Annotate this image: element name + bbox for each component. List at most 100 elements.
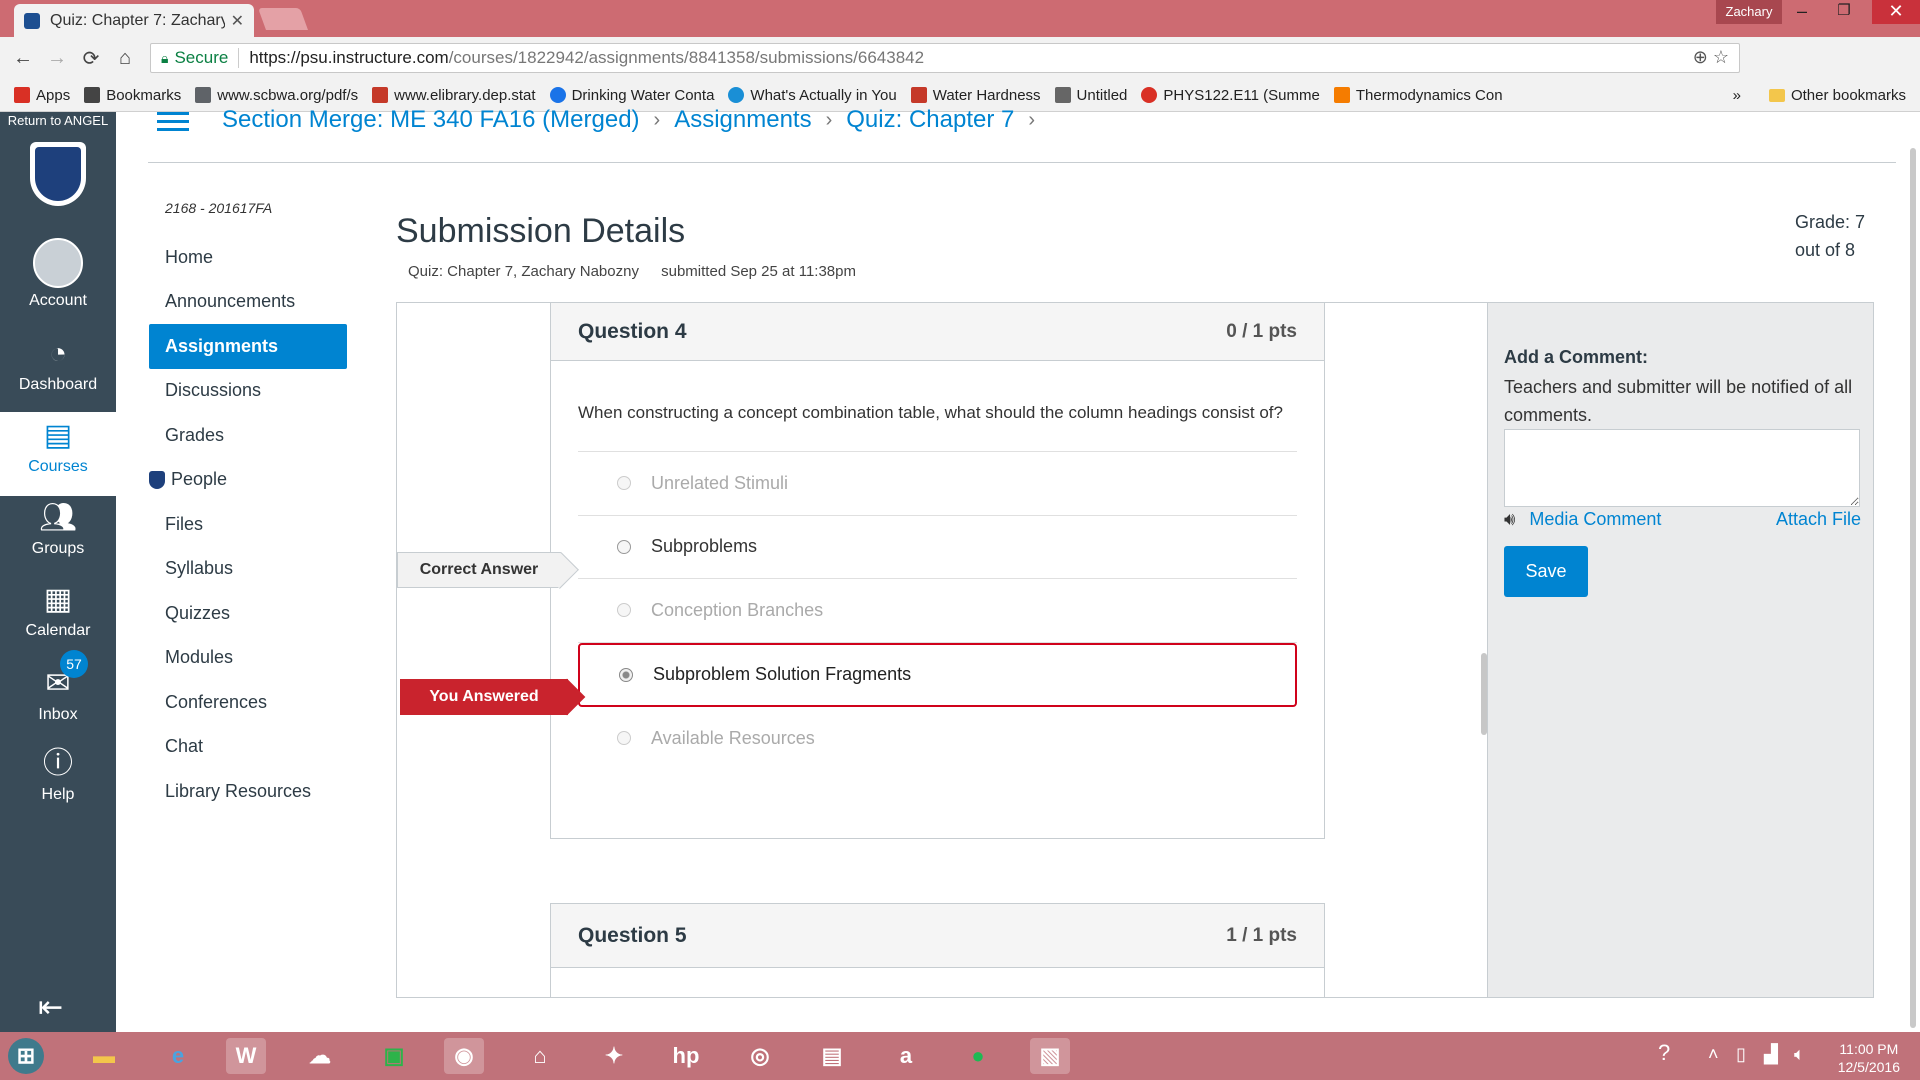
collapse-nav-icon[interactable]: ⇤ [38,990,63,1025]
word-icon[interactable]: W [226,1038,266,1074]
inbox-icon: ✉ [45,667,71,700]
back-arrow-icon[interactable]: ← [6,47,40,70]
bookmark-item[interactable]: Drinking Water Conta [549,87,714,104]
course-nav-home[interactable]: Home [149,235,347,280]
nav-dashboard[interactable]: ◔ Dashboard [0,334,116,394]
course-menu-hamburger-icon[interactable] [157,112,189,132]
zoom-icon[interactable]: ⊕ ☆ [1693,47,1729,68]
quiz-submission-panel[interactable]: Question 4 0 / 1 pts When constructing a… [396,302,1488,998]
show-hidden-icons-icon[interactable]: ˄ [1708,1044,1719,1065]
restore-icon[interactable]: ❐ [1830,0,1858,24]
media-comment-link[interactable]: 🔊︎ Media Comment [1504,509,1661,530]
store-icon[interactable]: ▣ [374,1038,414,1074]
network-icon[interactable]: ▟ [1764,1044,1778,1065]
psu-shield-logo-icon[interactable] [30,142,86,206]
return-to-angel-label[interactable]: Return to ANGEL [0,114,116,127]
address-bar[interactable]: 🔒︎ Secure https://psu.instructure.com /c… [150,43,1740,73]
course-nav-files[interactable]: Files [149,502,347,547]
image-viewer-icon[interactable]: ▧ [1030,1038,1070,1074]
more-bookmarks-button[interactable]: » [1733,87,1741,104]
course-nav-announcements[interactable]: Announcements [149,280,347,325]
course-nav-chat[interactable]: Chat [149,725,347,770]
forward-arrow-icon[interactable]: → [40,47,74,70]
breadcrumb-course[interactable]: Section Merge: ME 340 FA16 (Merged) [222,106,640,134]
bookmark-item[interactable]: What's Actually in You [728,87,897,104]
nav-courses[interactable]: ▤ Courses [0,412,116,496]
nav-calendar[interactable]: ▦ Calendar [0,580,116,640]
course-nav-discussions[interactable]: Discussions [149,369,347,414]
bookmark-item[interactable]: Water Hardness [910,86,1041,104]
radio-icon [617,476,631,491]
amazon-icon[interactable]: a [886,1038,926,1074]
browser-tab[interactable]: Quiz: Chapter 7: Zachary ✕ [14,4,254,37]
save-button[interactable]: Save [1504,546,1588,597]
camera-app-icon[interactable]: ◎ [740,1038,780,1074]
bookmark-item[interactable]: Untitled [1054,87,1127,104]
term-label: 2168 - 201617FA [165,200,273,216]
answer-label: Unrelated Stimuli [651,472,789,493]
course-nav-grades[interactable]: Grades [149,413,347,458]
course-nav-assignments[interactable]: Assignments [149,324,347,369]
bookmark-label: Bookmarks [106,86,182,104]
course-nav-syllabus[interactable]: Syllabus [149,547,347,592]
spotify-icon[interactable]: ● [958,1038,998,1074]
window-close-icon[interactable]: ✕ [1872,0,1920,24]
new-tab-button[interactable] [257,8,309,30]
nav-help[interactable]: ⓘ Help [0,744,116,804]
course-nav-library-resources[interactable]: Library Resources [149,769,347,814]
course-nav-people[interactable]: People [149,458,347,503]
bookmark-label: Water Hardness [932,86,1041,104]
course-nav-quizzes[interactable]: Quizzes [149,591,347,636]
home-app-icon[interactable]: ⌂ [520,1038,560,1074]
reload-icon[interactable]: ⟳ [74,46,108,71]
bookmark-star-icon[interactable]: ☆ [1713,47,1729,67]
file-explorer-icon[interactable]: ▬ [84,1038,124,1074]
psu-shield-small-icon [149,470,165,489]
nav-inbox-label: Inbox [38,706,78,723]
speaker-icon: 🔊︎ [1504,509,1516,529]
bookmark-item[interactable]: PHYS122.E11 (Summe [1141,87,1320,104]
bookmark-item[interactable]: Apps [14,87,70,104]
start-button-icon[interactable]: ⊞ [8,1038,44,1074]
grade-out-of: out of 8 [1795,240,1856,260]
quiz-student-label: Quiz: Chapter 7, Zachary Nabozny [408,263,639,280]
nav-inbox[interactable]: ✉ 57 Inbox [0,650,116,724]
close-tab-icon[interactable]: ✕ [231,11,244,31]
nav-account[interactable]: Account [0,238,116,310]
system-clock[interactable]: 11:00 PM 12/5/2016 [1838,1040,1900,1076]
page-title: Submission Details [396,212,686,250]
comment-textarea[interactable] [1504,429,1860,507]
bookmark-item[interactable]: www.scbwa.org/pdf/s [195,87,358,104]
profile-button[interactable]: Zachary [1716,0,1782,24]
chrome-icon[interactable]: ◉ [444,1038,484,1074]
breadcrumb: Section Merge: ME 340 FA16 (Merged) › As… [222,106,1049,134]
home-icon[interactable]: ⌂ [108,47,142,70]
page-scrollbar[interactable] [1910,148,1916,1028]
bookmark-item[interactable]: Bookmarks [84,87,181,104]
other-bookmarks[interactable]: Other bookmarks [1791,87,1906,104]
course-nav-modules[interactable]: Modules [149,636,347,681]
office-app-icon[interactable]: ▤ [812,1038,852,1074]
question-points: 0 / 1 pts [1226,320,1297,342]
nav-groups[interactable]: 👥︎ Groups [0,498,116,558]
panel-scrollbar[interactable] [1481,653,1487,735]
bookmark-item[interactable]: www.elibrary.dep.stat [372,87,536,104]
bookmark-item[interactable]: Thermodynamics Con [1333,87,1503,104]
photos-app-icon[interactable]: ✦ [594,1038,634,1074]
hp-icon[interactable]: hp [666,1038,706,1074]
minimize-icon[interactable]: – [1788,0,1816,24]
breadcrumb-assignments[interactable]: Assignments [674,106,811,134]
breadcrumb-quiz[interactable]: Quiz: Chapter 7 [846,106,1014,134]
course-nav-conferences[interactable]: Conferences [149,680,347,725]
help-tray-icon[interactable]: ? [1658,1040,1670,1066]
volume-icon[interactable]: 🔈︎ [1794,1044,1805,1065]
radio-icon [617,731,631,746]
battery-icon[interactable]: ▯ [1736,1044,1746,1065]
internet-explorer-icon[interactable]: e [158,1038,198,1074]
bookmarks-right: » Other bookmarks [1733,79,1906,112]
attach-file-link[interactable]: Attach File [1776,509,1861,530]
question-header: Question 5 1 / 1 pts [551,904,1324,968]
onedrive-icon[interactable]: ☁ [300,1038,340,1074]
radio-selected-icon [619,667,633,682]
answer-label: Conception Branches [651,599,824,620]
